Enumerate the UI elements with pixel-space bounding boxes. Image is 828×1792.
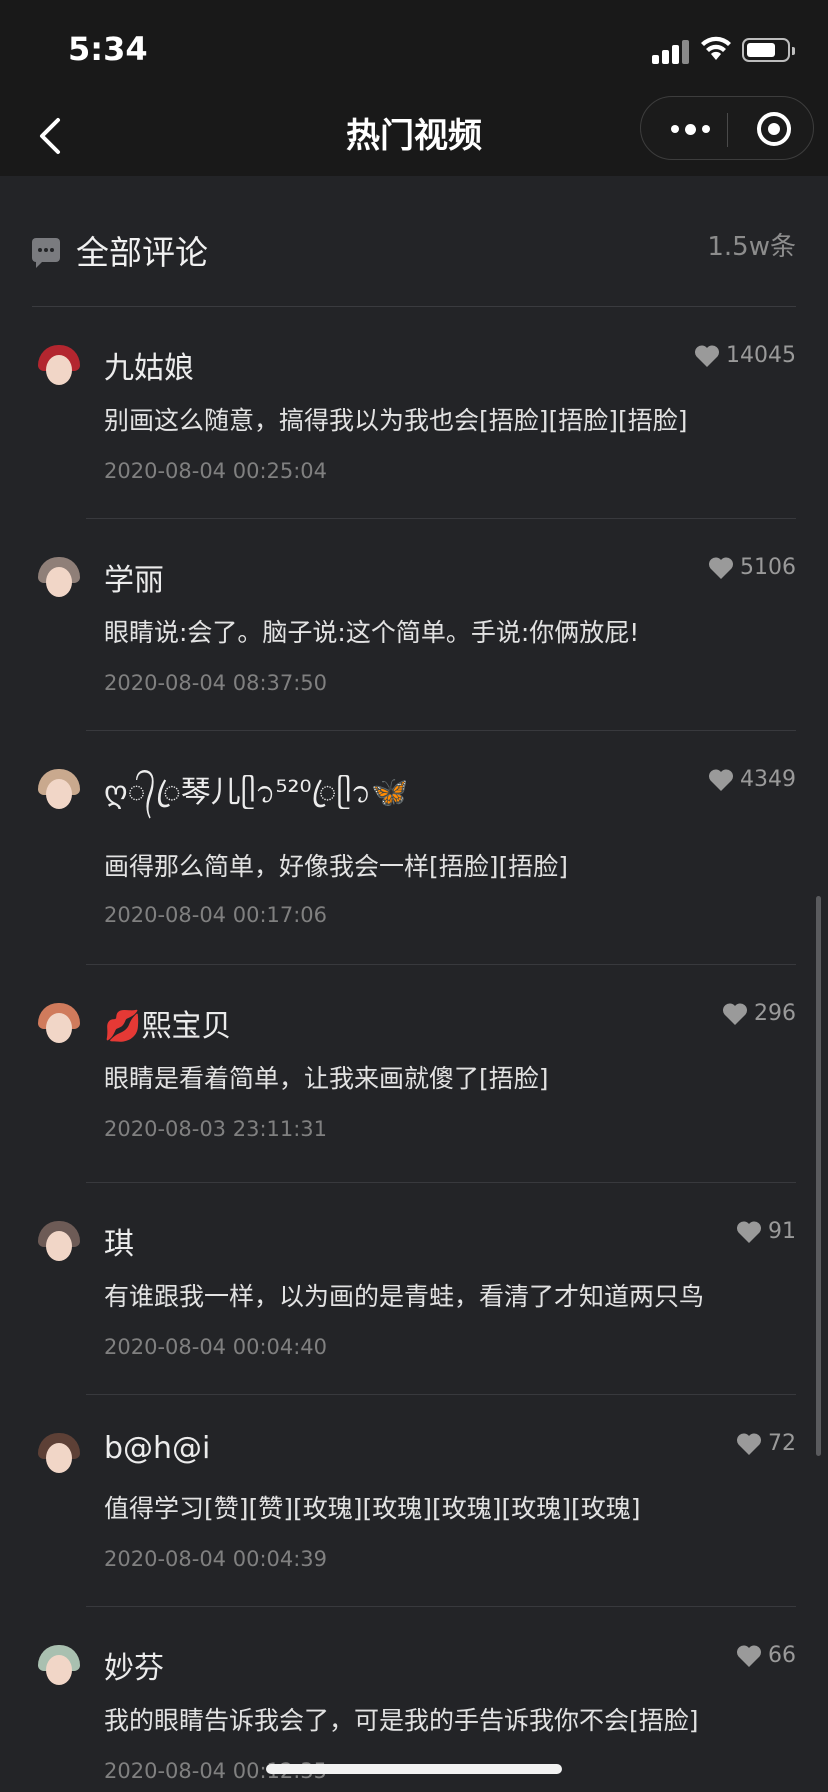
comment-item: 💋熙宝贝 296 眼睛是看着简单，让我来画就傻了[捂脸] 2020-08-03 … (0, 965, 828, 1183)
heart-icon (708, 768, 734, 791)
more-button[interactable] (655, 97, 725, 161)
avatar[interactable] (32, 555, 86, 609)
comment-text: 别画这么随意，搞得我以为我也会[捂脸][捂脸][捂脸] (104, 406, 688, 435)
avatar[interactable] (32, 1431, 86, 1485)
comment-item: 学丽 5106 眼睛说:会了。脑子说:这个简单。手说:你俩放屁! 2020-08… (0, 519, 828, 731)
like-count: 72 (768, 1431, 796, 1456)
comment-text: 眼睛是看着简单，让我来画就傻了[捂脸] (104, 1064, 549, 1093)
comment-author[interactable]: 琪 (104, 1219, 134, 1263)
comment-author[interactable]: b@h@i (104, 1431, 210, 1466)
status-bar: 5:34 (0, 0, 828, 96)
heart-icon (736, 1432, 762, 1455)
avatar[interactable] (32, 1219, 86, 1273)
comment-author[interactable]: 妙芬 (104, 1643, 164, 1687)
comment-text: 有谁跟我一样，以为画的是青蛙，看清了才知道两只鸟 (104, 1282, 705, 1311)
avatar[interactable] (32, 1001, 86, 1055)
comment-text: 眼睛说:会了。脑子说:这个简单。手说:你俩放屁! (104, 618, 640, 647)
like-button[interactable]: 5106 (708, 555, 796, 580)
like-button[interactable]: 296 (722, 1001, 796, 1026)
comment-date: 2020-08-04 00:25:04 (104, 459, 328, 483)
more-dot-icon (701, 125, 710, 133)
status-time: 5:34 (68, 30, 148, 68)
comment-date: 2020-08-04 00:04:39 (104, 1547, 328, 1571)
comment-date: 2020-08-04 08:37:50 (104, 671, 328, 695)
like-count: 4349 (740, 767, 796, 792)
heart-icon (694, 344, 720, 367)
comment-text: 我的眼睛告诉我会了，可是我的手告诉我你不会[捂脸] (104, 1706, 699, 1735)
comment-date: 2020-08-04 00:17:06 (104, 903, 328, 927)
comment-item: 琪 91 有谁跟我一样，以为画的是青蛙，看清了才知道两只鸟 2020-08-04… (0, 1183, 828, 1395)
comment-item: b@h@i 72 值得学习[赞][赞][玫瑰][玫瑰][玫瑰][玫瑰][玫瑰] … (0, 1395, 828, 1607)
like-button[interactable]: 66 (736, 1643, 796, 1668)
comment-text: 值得学习[赞][赞][玫瑰][玫瑰][玫瑰][玫瑰][玫瑰] (104, 1494, 641, 1523)
like-button[interactable]: 4349 (708, 767, 796, 792)
cellular-signal-icon (652, 38, 692, 64)
comment-item: 九姑娘 14045 别画这么随意，搞得我以为我也会[捂脸][捂脸][捂脸] 20… (0, 307, 828, 519)
heart-icon (736, 1220, 762, 1243)
like-count: 5106 (740, 555, 796, 580)
like-count: 296 (754, 1001, 796, 1026)
avatar[interactable] (32, 767, 86, 821)
like-button[interactable]: 72 (736, 1431, 796, 1456)
home-indicator[interactable] (266, 1764, 562, 1774)
comments-title: 全部评论 (76, 233, 208, 272)
comment-author[interactable]: 九姑娘 (104, 343, 194, 387)
like-count: 14045 (726, 343, 796, 368)
avatar[interactable] (32, 343, 86, 397)
comment-date: 2020-08-03 23:11:31 (104, 1117, 328, 1141)
mini-program-capsule (640, 96, 814, 160)
like-button[interactable]: 14045 (694, 343, 796, 368)
close-mini-program-button[interactable] (739, 97, 809, 161)
scrollbar[interactable] (816, 896, 821, 1456)
comments-header: 全部评论 1.5w条 (32, 222, 796, 282)
nav-bar: 热门视频 (0, 96, 828, 176)
like-count: 66 (768, 1643, 796, 1668)
like-count: 91 (768, 1219, 796, 1244)
comment-author[interactable]: 💋熙宝贝 (104, 1001, 231, 1045)
heart-icon (708, 556, 734, 579)
comment-date: 2020-08-04 00:04:40 (104, 1335, 328, 1359)
comment-item: ღ᭄ꦿ琴儿ᥫ᭡⁵²⁰ꦿᥫ᭡🦋 4349 画得那么简单，好像我会一样[捂脸][捂脸… (0, 731, 828, 965)
target-icon (757, 112, 791, 146)
comment-author[interactable]: ღ᭄ꦿ琴儿ᥫ᭡⁵²⁰ꦿᥫ᭡🦋 (104, 767, 409, 830)
heart-icon (722, 1002, 748, 1025)
comments-count: 1.5w条 (707, 232, 796, 262)
capsule-divider (727, 113, 728, 147)
heart-icon (736, 1644, 762, 1667)
wifi-icon (701, 36, 731, 60)
comment-author[interactable]: 学丽 (104, 555, 164, 599)
battery-icon (742, 38, 795, 62)
more-dot-icon (684, 123, 696, 135)
like-button[interactable]: 91 (736, 1219, 796, 1244)
comment-text: 画得那么简单，好像我会一样[捂脸][捂脸] (104, 852, 569, 881)
avatar[interactable] (32, 1643, 86, 1697)
more-dot-icon (670, 125, 679, 133)
comment-bubble-icon (32, 238, 60, 268)
